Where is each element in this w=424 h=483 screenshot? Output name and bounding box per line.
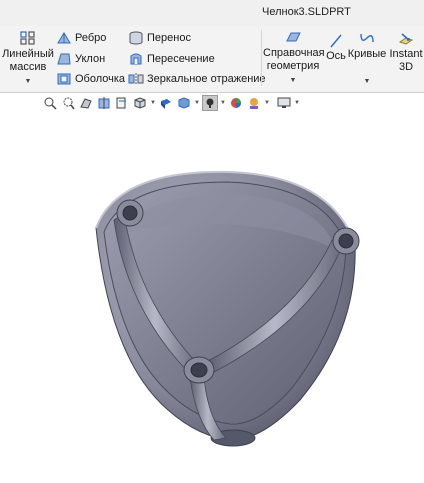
apply-scene-icon[interactable] <box>228 95 244 111</box>
reference-geometry-label-1: Справочная <box>263 47 325 59</box>
hide-show-icon[interactable] <box>176 95 192 111</box>
mirror-button[interactable]: Зеркальное отражение <box>128 72 266 86</box>
instant3d-label-1: Instant <box>389 48 423 60</box>
display-style-icon[interactable] <box>158 95 174 111</box>
zoom-to-fit-icon[interactable] <box>42 95 58 111</box>
reference-geometry-label-2: геометрия <box>266 60 320 72</box>
intersect-label: Пересечение <box>147 53 215 65</box>
linear-pattern-button[interactable]: Линейный массив ▼ <box>2 30 54 88</box>
instant3d-label-2: 3D <box>398 61 414 73</box>
chevron-down-icon[interactable]: ▼ <box>220 100 226 106</box>
section-view-icon[interactable] <box>96 95 112 111</box>
draft-label: Уклон <box>75 53 106 65</box>
edit-appearance-icon[interactable] <box>202 95 218 111</box>
linear-pattern-label-2: массив <box>9 61 47 73</box>
rib-label: Ребро <box>75 32 107 44</box>
chevron-down-icon[interactable]: ▼ <box>347 75 387 88</box>
axis-button[interactable]: Ось <box>325 34 347 63</box>
mirror-icon <box>128 73 144 85</box>
graphics-viewport[interactable] <box>0 113 424 480</box>
zoom-to-area-icon[interactable] <box>60 95 76 111</box>
shell-button[interactable]: Оболочка <box>56 72 125 86</box>
rib-icon <box>57 32 71 44</box>
draft-icon <box>57 53 71 65</box>
instant3d-icon <box>398 33 414 45</box>
view-settings-icon[interactable] <box>246 95 262 111</box>
shell-label: Оболочка <box>75 73 126 85</box>
curves-icon <box>360 33 374 43</box>
boss-bottom <box>183 356 215 384</box>
view-orientation-icon[interactable] <box>132 95 148 111</box>
chevron-down-icon[interactable]: ▼ <box>294 100 300 106</box>
axis-icon <box>330 34 342 48</box>
window-title: Челнок3.SLDPRT <box>262 6 351 18</box>
shell-icon <box>57 73 71 85</box>
monitor-icon[interactable] <box>276 95 292 111</box>
move-icon <box>129 31 143 45</box>
reference-geometry-icon <box>286 32 301 42</box>
intersect-button[interactable]: Пересечение <box>128 52 215 66</box>
part-model[interactable] <box>0 113 424 480</box>
chevron-down-icon[interactable]: ▼ <box>263 74 323 87</box>
linear-pattern-label-1: Линейный <box>2 48 54 60</box>
boss-top-left <box>116 199 144 227</box>
move-label: Перенос <box>147 32 191 44</box>
curves-button[interactable]: Кривые ▼ <box>347 30 387 88</box>
ribbon-toolbar: Линейный массив ▼ Ребро Уклон Оболочка П… <box>0 26 424 93</box>
linear-pattern-icon <box>20 31 35 45</box>
axis-label: Ось <box>326 50 346 62</box>
boss-right <box>332 227 360 255</box>
move-button[interactable]: Перенос <box>128 31 191 45</box>
dynamic-annotation-icon[interactable] <box>114 95 130 111</box>
rib-button[interactable]: Ребро <box>56 31 106 45</box>
instant3d-button[interactable]: Instant 3D <box>388 30 424 74</box>
chevron-down-icon[interactable]: ▼ <box>264 100 270 106</box>
curves-label: Кривые <box>347 48 387 60</box>
intersect-icon <box>130 53 142 65</box>
previous-view-icon[interactable] <box>78 95 94 111</box>
chevron-down-icon[interactable]: ▼ <box>2 75 54 88</box>
heads-up-view-toolbar: ▼ ▼ ▼ ▼ ▼ <box>42 93 300 113</box>
chevron-down-icon[interactable]: ▼ <box>150 100 156 106</box>
draft-button[interactable]: Уклон <box>56 52 105 66</box>
mirror-label: Зеркальное отражение <box>147 73 266 85</box>
ribbon-separator <box>261 30 262 86</box>
chevron-down-icon[interactable]: ▼ <box>194 100 200 106</box>
reference-geometry-button[interactable]: Справочная геометрия ▼ <box>263 30 325 87</box>
title-bar: Челнок3.SLDPRT <box>0 0 424 27</box>
